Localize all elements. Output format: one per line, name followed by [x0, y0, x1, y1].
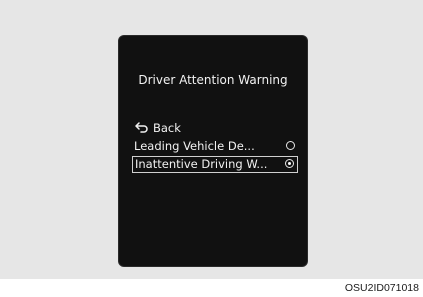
menu-item-label: Leading Vehicle De...	[134, 139, 255, 153]
back-arrow-icon	[135, 122, 148, 133]
radio-selected-icon[interactable]	[285, 159, 294, 168]
cluster-display: Driver Attention Warning Back Leading Ve…	[119, 36, 307, 266]
back-menu-item[interactable]: Back	[134, 120, 296, 136]
menu-item-leading-vehicle[interactable]: Leading Vehicle De...	[134, 138, 296, 154]
menu-item-label: Inattentive Driving W...	[135, 157, 268, 171]
illustration-panel: Driver Attention Warning Back Leading Ve…	[0, 0, 423, 279]
figure-caption: OSU2ID071018	[344, 282, 419, 294]
radio-dot	[288, 162, 291, 165]
screen-title: Driver Attention Warning	[138, 73, 288, 87]
radio-unselected-icon[interactable]	[286, 141, 295, 150]
back-label: Back	[153, 121, 181, 135]
menu-item-inattentive-driving[interactable]: Inattentive Driving W...	[132, 156, 298, 173]
